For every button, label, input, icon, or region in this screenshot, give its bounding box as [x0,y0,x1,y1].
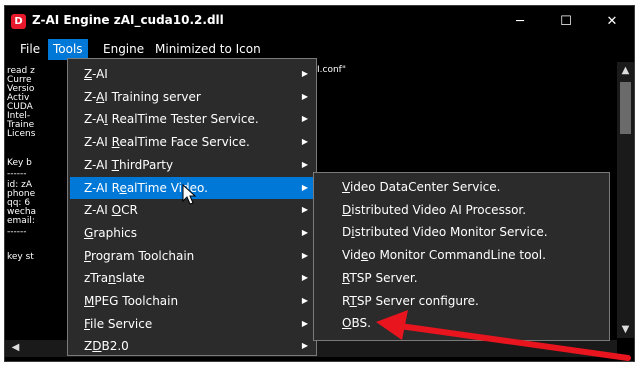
annotation-arrow [376,310,631,361]
